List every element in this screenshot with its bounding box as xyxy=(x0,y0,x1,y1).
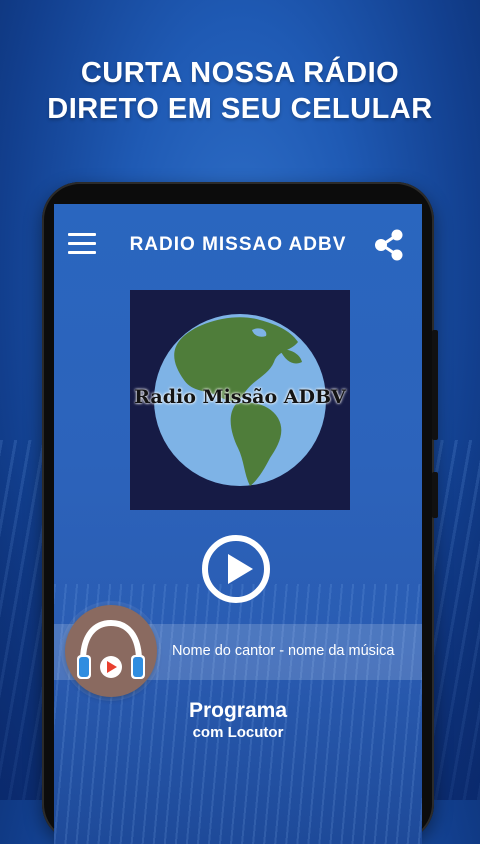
phone-screen: RADIO MISSAO ADBV Radio Missão ADBV Nome… xyxy=(54,204,422,844)
now-playing-text: Nome do cantor - nome da música xyxy=(172,643,395,659)
phone-side-button xyxy=(432,330,438,440)
station-artwork: Radio Missão ADBV xyxy=(130,290,350,510)
program-title: Programa xyxy=(188,699,288,722)
share-icon[interactable] xyxy=(374,229,404,261)
app-title: RADIO MISSAO ADBV xyxy=(129,234,347,255)
program-host: com Locutor xyxy=(192,724,284,741)
promo-headline: CURTA NOSSA RÁDIO DIRETO EM SEU CELULAR xyxy=(0,55,480,127)
phone-frame: RADIO MISSAO ADBV Radio Missão ADBV Nome… xyxy=(42,182,438,844)
play-button[interactable] xyxy=(201,534,271,604)
app-bar: RADIO MISSAO ADBV xyxy=(54,204,422,282)
cover-art xyxy=(65,605,157,697)
headphones-icon xyxy=(77,619,145,679)
station-artwork-title: Radio Missão ADBV xyxy=(134,386,346,408)
promo-line-2: DIRETO EM SEU CELULAR xyxy=(47,93,433,125)
phone-side-button xyxy=(432,472,438,518)
promo-line-1: CURTA NOSSA RÁDIO xyxy=(80,57,400,89)
